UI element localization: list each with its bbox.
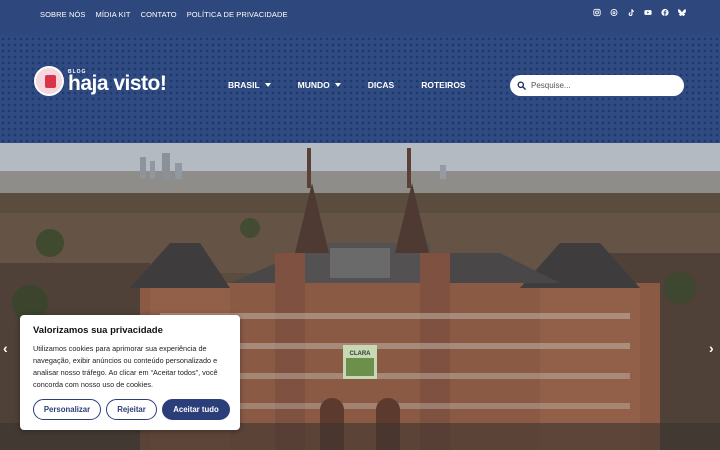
site-header: SOBRE NÓS MÍDIA KIT CONTATO POLÍTICA DE … — [0, 0, 720, 143]
nav-label-dicas: DICAS — [367, 80, 395, 90]
nav-item-dicas[interactable]: DICAS — [368, 80, 394, 90]
nav-item-roteiros[interactable]: ROTEIROS — [421, 80, 465, 90]
site-logo[interactable]: BLOG haja visto! — [34, 66, 167, 96]
carousel-next-arrow[interactable]: › — [709, 340, 714, 356]
reject-button[interactable]: Rejeitar — [106, 399, 157, 420]
accept-all-button[interactable]: Aceitar tudo — [162, 399, 230, 420]
nav-label-roteiros: ROTEIROS — [421, 80, 466, 90]
search-icon — [517, 81, 526, 90]
hero-banner-text: CLARA — [350, 351, 372, 357]
main-nav: BRASIL MUNDO DICAS ROTEIROS — [228, 80, 466, 90]
nav-label-brasil: BRASIL — [228, 80, 260, 90]
logo-name: haja visto! — [68, 72, 167, 95]
search-input[interactable] — [531, 81, 671, 90]
cookie-buttons: Personalizar Rejeitar Aceitar tudo — [33, 399, 230, 420]
tiktok-icon[interactable] — [627, 8, 635, 16]
instagram-icon[interactable] — [593, 8, 601, 16]
chevron-down-icon — [264, 83, 271, 87]
cookie-title: Valorizamos sua privacidade — [33, 325, 163, 336]
logo-suitcase-icon — [34, 66, 64, 96]
top-link-sobre[interactable]: SOBRE NÓS — [40, 10, 86, 19]
top-link-privacidade[interactable]: POLÍTICA DE PRIVACIDADE — [187, 10, 288, 19]
top-links: SOBRE NÓS MÍDIA KIT CONTATO POLÍTICA DE … — [40, 10, 288, 19]
cookie-consent-dialog: Valorizamos sua privacidade Utilizamos c… — [20, 315, 240, 430]
facebook-icon[interactable] — [661, 8, 669, 16]
customize-button[interactable]: Personalizar — [33, 399, 101, 420]
top-link-contato[interactable]: CONTATO — [141, 10, 177, 19]
nav-item-mundo[interactable]: MUNDO — [298, 80, 341, 90]
nav-label-mundo: MUNDO — [297, 80, 330, 90]
bluesky-icon[interactable] — [678, 8, 686, 16]
chevron-down-icon — [334, 83, 341, 87]
search-box — [510, 75, 684, 96]
nav-item-brasil[interactable]: BRASIL — [228, 80, 271, 90]
carousel-prev-arrow[interactable]: ‹ — [3, 340, 8, 356]
threads-icon[interactable] — [610, 8, 618, 16]
top-link-midia-kit[interactable]: MÍDIA KIT — [96, 10, 131, 19]
youtube-icon[interactable] — [644, 8, 652, 16]
cookie-body: Utilizamos cookies para aprimorar sua ex… — [33, 344, 218, 389]
social-links — [593, 8, 686, 16]
